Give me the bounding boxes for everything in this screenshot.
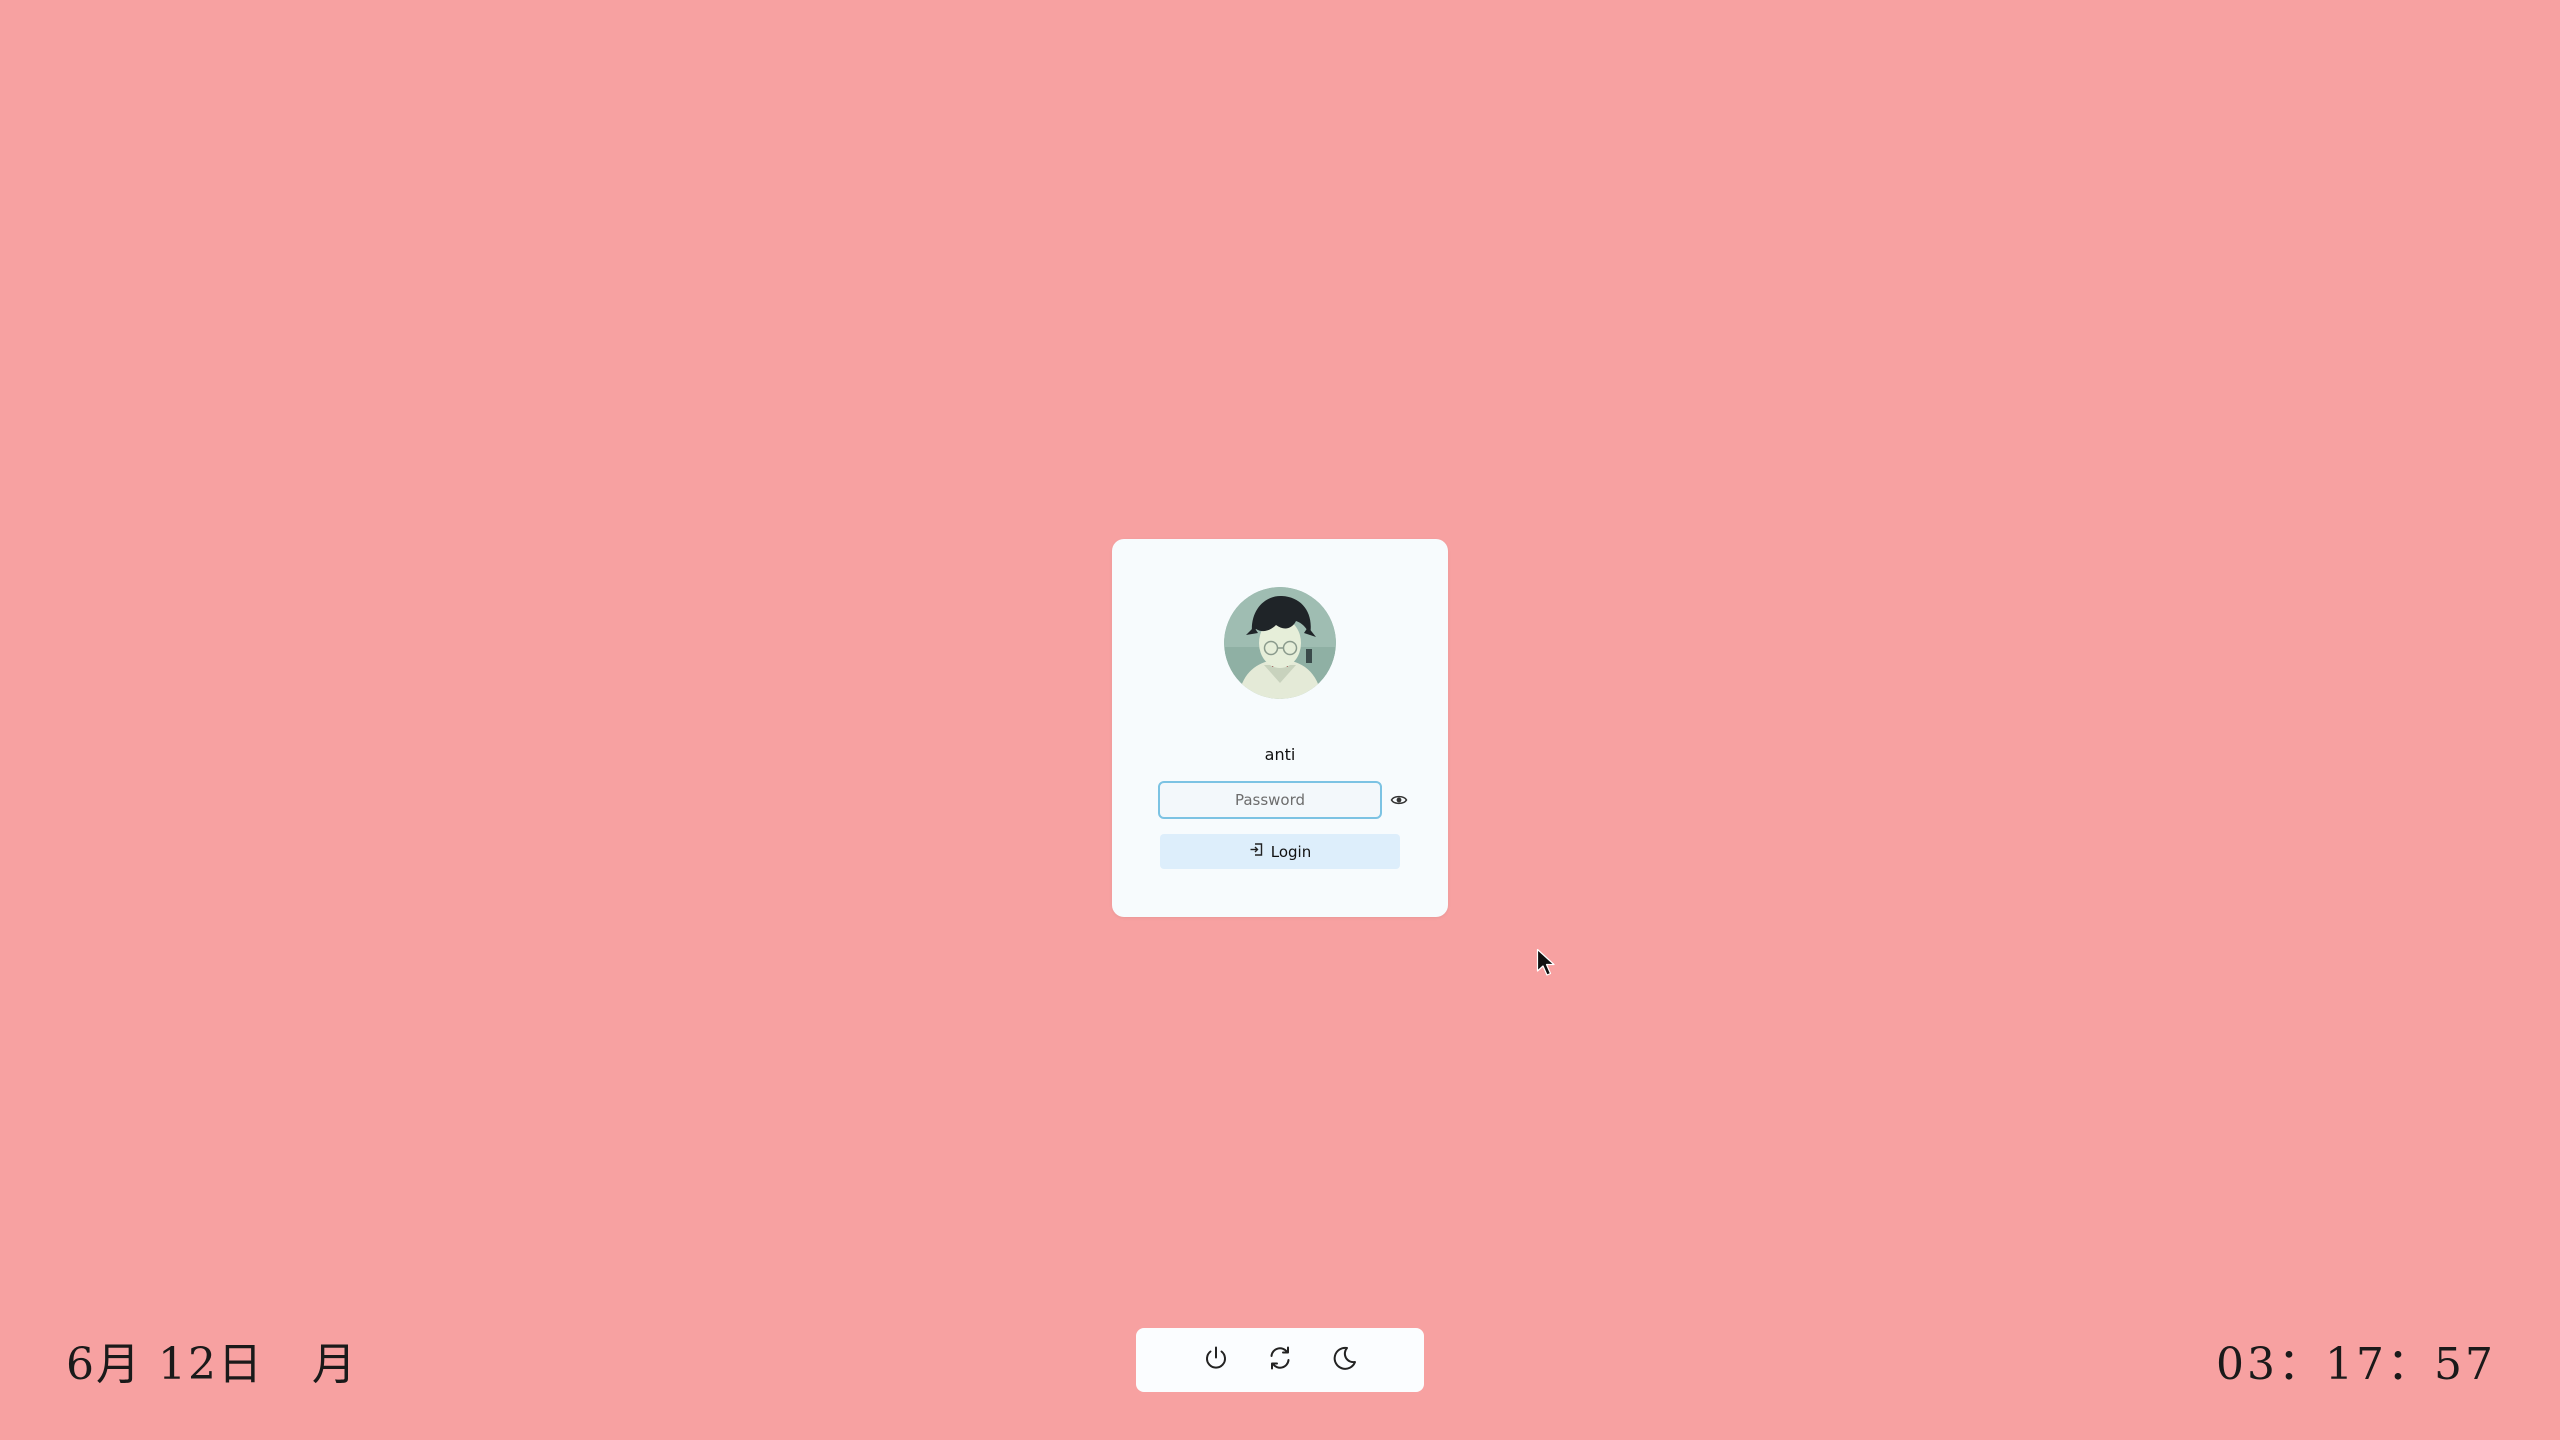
password-input[interactable]	[1158, 781, 1382, 819]
suspend-button[interactable]	[1329, 1345, 1359, 1375]
eye-icon	[1390, 795, 1408, 812]
mouse-cursor-icon	[1536, 948, 1558, 978]
refresh-icon	[1265, 1343, 1295, 1378]
power-menu	[1136, 1328, 1424, 1392]
moon-icon	[1329, 1343, 1359, 1378]
power-icon	[1201, 1343, 1231, 1378]
login-icon	[1249, 842, 1264, 862]
shutdown-button[interactable]	[1201, 1345, 1231, 1375]
restart-button[interactable]	[1265, 1345, 1295, 1375]
date-display: 6月 12日 月	[66, 1339, 358, 1390]
login-card: anti Login	[1112, 539, 1448, 917]
login-button[interactable]: Login	[1160, 834, 1400, 869]
username-label: anti	[1264, 745, 1296, 764]
user-avatar	[1224, 587, 1336, 699]
login-label: Login	[1270, 842, 1312, 861]
clock-display: 03：17：57	[2216, 1339, 2496, 1390]
show-password-toggle[interactable]	[1390, 792, 1408, 808]
